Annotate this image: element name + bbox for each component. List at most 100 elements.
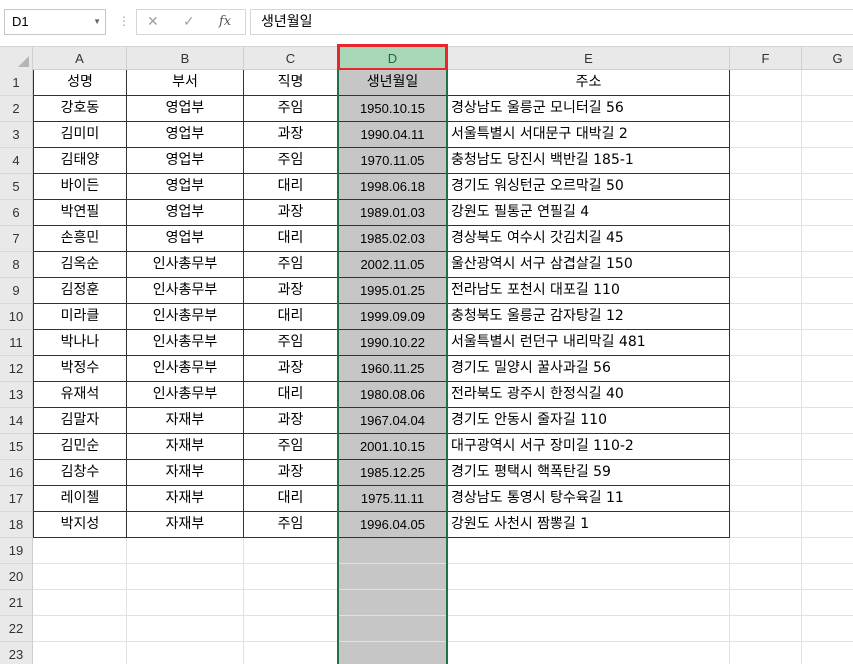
- table-cell[interactable]: 울산광역시 서구 삼겹살길 150: [448, 252, 730, 278]
- table-cell[interactable]: [244, 590, 338, 616]
- row-header-21[interactable]: 21: [0, 590, 33, 616]
- table-cell[interactable]: [730, 278, 802, 304]
- formula-input[interactable]: 생년월일: [250, 9, 853, 35]
- row-header-22[interactable]: 22: [0, 616, 33, 642]
- table-cell[interactable]: [802, 122, 853, 148]
- table-cell[interactable]: [802, 70, 853, 96]
- column-header-b[interactable]: B: [127, 47, 244, 70]
- table-cell[interactable]: [244, 564, 338, 590]
- table-cell[interactable]: [730, 590, 802, 616]
- table-cell[interactable]: [730, 330, 802, 356]
- table-cell[interactable]: 대리: [244, 382, 338, 408]
- table-cell[interactable]: [802, 174, 853, 200]
- table-cell[interactable]: [802, 96, 853, 122]
- table-cell[interactable]: 1967.04.04: [338, 408, 448, 434]
- table-cell[interactable]: 과장: [244, 408, 338, 434]
- table-cell[interactable]: 1990.10.22: [338, 330, 448, 356]
- table-cell[interactable]: 주임: [244, 148, 338, 174]
- row-header-12[interactable]: 12: [0, 356, 33, 382]
- table-cell[interactable]: 대리: [244, 226, 338, 252]
- table-cell[interactable]: [802, 642, 853, 664]
- table-cell[interactable]: [730, 642, 802, 664]
- table-cell[interactable]: [802, 590, 853, 616]
- table-cell[interactable]: 김말자: [33, 408, 127, 434]
- row-header-23[interactable]: 23: [0, 642, 33, 664]
- table-cell[interactable]: [730, 252, 802, 278]
- table-cell[interactable]: 김민순: [33, 434, 127, 460]
- row-header-13[interactable]: 13: [0, 382, 33, 408]
- table-cell[interactable]: [730, 460, 802, 486]
- table-cell[interactable]: 강원도 필통군 연필길 4: [448, 200, 730, 226]
- table-cell[interactable]: [730, 486, 802, 512]
- insert-function-icon[interactable]: fx: [219, 10, 231, 34]
- table-cell[interactable]: 경상남도 울릉군 모니터길 56: [448, 96, 730, 122]
- table-cell[interactable]: 박나나: [33, 330, 127, 356]
- table-cell[interactable]: [730, 512, 802, 538]
- table-cell[interactable]: 2002.11.05: [338, 252, 448, 278]
- check-icon[interactable]: ✓: [183, 10, 195, 34]
- header-cell[interactable]: 부서: [127, 70, 244, 96]
- table-cell[interactable]: 1985.12.25: [338, 460, 448, 486]
- table-cell[interactable]: [33, 590, 127, 616]
- table-cell[interactable]: 1998.06.18: [338, 174, 448, 200]
- table-cell[interactable]: [127, 538, 244, 564]
- table-cell[interactable]: 레이첼: [33, 486, 127, 512]
- table-cell[interactable]: 과장: [244, 122, 338, 148]
- table-cell[interactable]: 1975.11.11: [338, 486, 448, 512]
- table-cell[interactable]: 인사총무부: [127, 382, 244, 408]
- row-header-15[interactable]: 15: [0, 434, 33, 460]
- table-cell[interactable]: 김옥순: [33, 252, 127, 278]
- table-cell[interactable]: [730, 200, 802, 226]
- table-cell[interactable]: 경상북도 여수시 갓김치길 45: [448, 226, 730, 252]
- table-cell[interactable]: 서울특별시 런던구 내리막길 481: [448, 330, 730, 356]
- table-cell[interactable]: [802, 330, 853, 356]
- table-cell[interactable]: [802, 226, 853, 252]
- table-cell[interactable]: 박정수: [33, 356, 127, 382]
- table-cell[interactable]: 인사총무부: [127, 252, 244, 278]
- table-cell[interactable]: [802, 512, 853, 538]
- table-cell[interactable]: 과장: [244, 200, 338, 226]
- table-cell[interactable]: [730, 96, 802, 122]
- table-cell[interactable]: 김미미: [33, 122, 127, 148]
- row-header-6[interactable]: 6: [0, 200, 33, 226]
- table-cell[interactable]: [244, 642, 338, 664]
- table-cell[interactable]: 자재부: [127, 408, 244, 434]
- column-header-g[interactable]: G: [802, 47, 853, 70]
- table-cell[interactable]: 경상남도 통영시 탕수육길 11: [448, 486, 730, 512]
- row-header-1[interactable]: 1: [0, 70, 33, 96]
- table-cell[interactable]: [338, 564, 448, 590]
- table-cell[interactable]: [730, 382, 802, 408]
- table-cell[interactable]: [730, 408, 802, 434]
- table-cell[interactable]: [448, 538, 730, 564]
- table-cell[interactable]: [127, 642, 244, 664]
- table-cell[interactable]: 충청남도 당진시 백반길 185-1: [448, 148, 730, 174]
- row-header-18[interactable]: 18: [0, 512, 33, 538]
- table-cell[interactable]: 자재부: [127, 460, 244, 486]
- table-cell[interactable]: 1980.08.06: [338, 382, 448, 408]
- table-cell[interactable]: [802, 460, 853, 486]
- chevron-down-icon[interactable]: ▼: [93, 10, 101, 34]
- table-cell[interactable]: 과장: [244, 356, 338, 382]
- row-header-19[interactable]: 19: [0, 538, 33, 564]
- table-cell[interactable]: [33, 642, 127, 664]
- table-cell[interactable]: 유재석: [33, 382, 127, 408]
- table-cell[interactable]: [127, 616, 244, 642]
- table-cell[interactable]: 서울특별시 서대문구 대박길 2: [448, 122, 730, 148]
- row-header-5[interactable]: 5: [0, 174, 33, 200]
- header-cell[interactable]: 생년월일: [338, 70, 448, 96]
- header-cell[interactable]: 직명: [244, 70, 338, 96]
- table-cell[interactable]: [802, 538, 853, 564]
- table-cell[interactable]: 전라북도 광주시 한정식길 40: [448, 382, 730, 408]
- table-cell[interactable]: 인사총무부: [127, 330, 244, 356]
- table-cell[interactable]: 1995.01.25: [338, 278, 448, 304]
- table-cell[interactable]: [802, 616, 853, 642]
- table-cell[interactable]: [802, 434, 853, 460]
- table-cell[interactable]: 영업부: [127, 122, 244, 148]
- header-cell[interactable]: 성명: [33, 70, 127, 96]
- column-header-d[interactable]: D: [338, 47, 448, 70]
- table-cell[interactable]: 과장: [244, 460, 338, 486]
- table-cell[interactable]: 주임: [244, 252, 338, 278]
- select-all-button[interactable]: [0, 47, 33, 70]
- table-cell[interactable]: 자재부: [127, 486, 244, 512]
- row-header-8[interactable]: 8: [0, 252, 33, 278]
